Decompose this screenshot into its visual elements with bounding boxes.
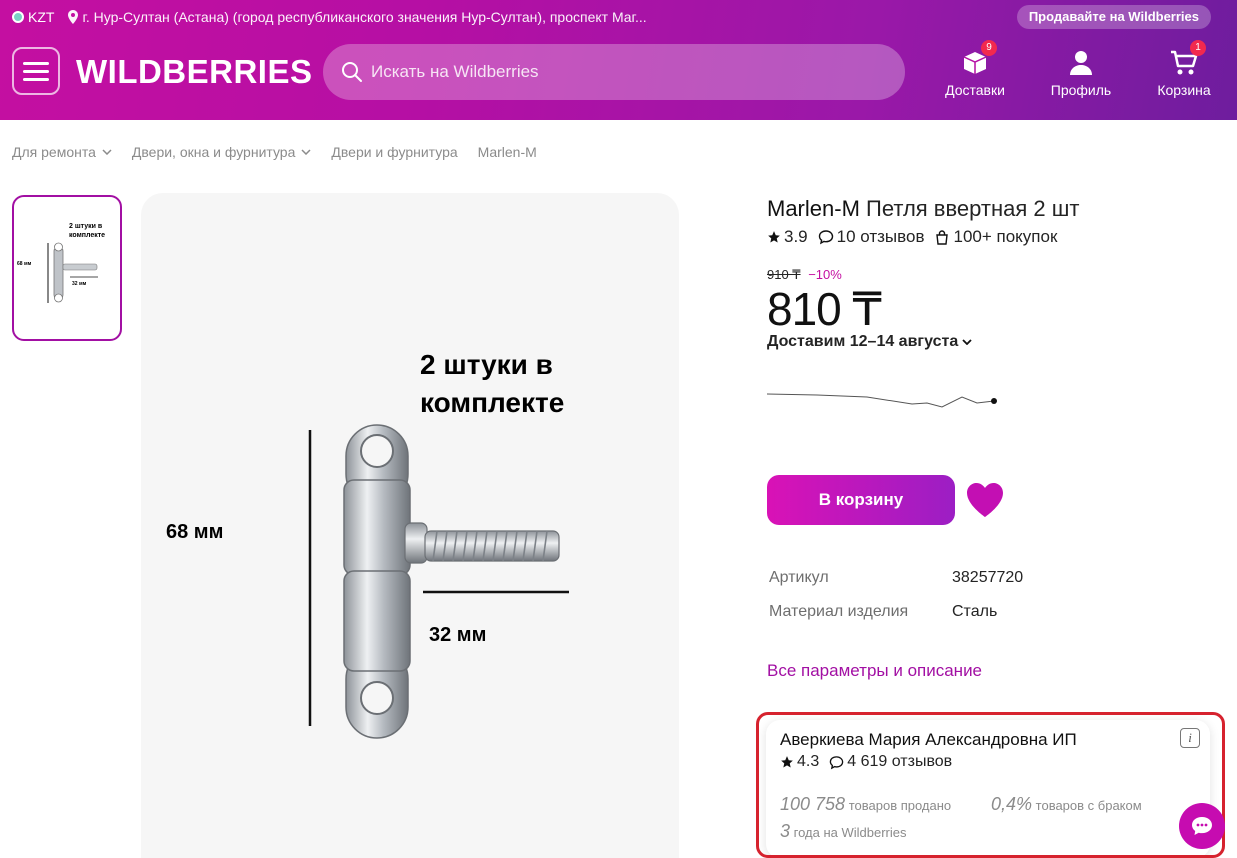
thumb-caption: 2 штуки в bbox=[69, 223, 103, 230]
hamburger-icon-line bbox=[23, 77, 49, 81]
breadcrumb: Для ремонта Двери, окна и фурнитура Двер… bbox=[12, 144, 537, 160]
nav-profile-label: Профиль bbox=[1050, 82, 1112, 98]
search-bar[interactable] bbox=[323, 44, 905, 100]
thumb-caption: комплекте bbox=[69, 232, 106, 239]
search-input[interactable] bbox=[371, 62, 871, 82]
menu-button[interactable] bbox=[12, 47, 60, 95]
location-pin-icon bbox=[68, 10, 79, 24]
hamburger-icon bbox=[23, 61, 49, 65]
param-row: Материал изделия Сталь bbox=[769, 600, 1023, 624]
nav-cart[interactable]: 1 Корзина bbox=[1144, 40, 1224, 98]
image-dim-width: 32 мм bbox=[429, 624, 487, 646]
product-purchases-count: 100+ покупок bbox=[953, 227, 1058, 246]
current-price: 810 ₸ bbox=[767, 283, 882, 335]
chat-icon bbox=[1192, 817, 1212, 835]
chevron-down-icon bbox=[962, 339, 972, 345]
search-icon bbox=[342, 62, 362, 82]
product-name: Петля ввертная 2 шт bbox=[866, 196, 1080, 221]
delivery-date-label: Доставим 12–14 августа bbox=[767, 333, 959, 350]
price-history-sparkline[interactable] bbox=[767, 388, 1007, 414]
star-icon bbox=[768, 231, 780, 243]
deliveries-badge: 9 bbox=[981, 40, 997, 56]
price-history-point bbox=[991, 398, 997, 404]
image-caption-line2: комплекте bbox=[420, 387, 565, 418]
product-purchases: 100+ покупок bbox=[934, 227, 1057, 247]
delivery-date-selector[interactable]: Доставим 12–14 августа bbox=[767, 333, 972, 351]
product-brand[interactable]: Marlen-M bbox=[767, 196, 860, 221]
param-value: Сталь bbox=[952, 603, 998, 620]
param-name: Артикул bbox=[769, 569, 829, 586]
breadcrumb-label: Для ремонта bbox=[12, 144, 96, 160]
currency-label: KZT bbox=[28, 9, 55, 25]
product-rating: 3.9 bbox=[767, 227, 808, 247]
old-price: 910 ₸ bbox=[767, 267, 801, 282]
currency-selector[interactable]: KZT bbox=[12, 9, 54, 25]
product-thumbnail[interactable]: 2 штуки в комплекте 68 мм 32 мм bbox=[12, 195, 122, 341]
add-to-cart-button[interactable]: В корзину bbox=[767, 475, 955, 525]
site-header: KZT г. Нур-Султан (Астана) (город респуб… bbox=[0, 0, 1237, 120]
breadcrumb-item[interactable]: Двери и фурнитура bbox=[331, 144, 457, 160]
logo[interactable]: WILDBERRIES bbox=[76, 53, 313, 91]
thumb-dim-height: 68 мм bbox=[17, 261, 32, 267]
breadcrumb-item[interactable]: Двери, окна и фурнитура bbox=[132, 144, 312, 160]
thumbnail-image bbox=[47, 242, 98, 303]
param-value: 38257720 bbox=[952, 569, 1024, 586]
param-name: Материал изделия bbox=[769, 603, 909, 620]
breadcrumb-label: Marlen-M bbox=[477, 144, 537, 160]
flag-icon bbox=[12, 11, 24, 23]
breadcrumb-label: Двери, окна и фурнитура bbox=[131, 144, 296, 160]
location-label: г. Нур-Султан (Астана) (город республика… bbox=[82, 9, 647, 25]
product-main-image[interactable]: 2 штуки в комплекте 68 мм 32 мм bbox=[141, 193, 679, 858]
nav-cart-label: Корзина bbox=[1157, 82, 1211, 98]
chevron-down-icon bbox=[102, 149, 112, 155]
comment-icon bbox=[818, 230, 833, 245]
header-topline: KZT г. Нур-Султан (Астана) (город респуб… bbox=[12, 8, 647, 26]
image-dim-height: 68 мм bbox=[166, 521, 224, 543]
seller-highlight-frame bbox=[756, 712, 1225, 858]
product-reviews-count: 10 отзывов bbox=[836, 227, 925, 246]
breadcrumb-item[interactable]: Для ремонта bbox=[12, 144, 112, 160]
cart-badge: 1 bbox=[1190, 40, 1206, 56]
hamburger-icon-line bbox=[23, 69, 49, 73]
product-params: Артикул 38257720 Материал изделия Сталь bbox=[769, 566, 1023, 624]
location-selector[interactable]: г. Нур-Султан (Астана) (город республика… bbox=[68, 9, 647, 25]
product-reviews-link[interactable]: 10 отзывов bbox=[818, 227, 925, 247]
thumb-dim-width: 32 мм bbox=[72, 281, 87, 287]
image-caption-line1: 2 штуки в bbox=[420, 349, 553, 380]
heart-icon[interactable] bbox=[965, 481, 1005, 519]
old-price-row: 910 ₸ −10% bbox=[767, 267, 842, 283]
chat-button[interactable] bbox=[1179, 803, 1225, 849]
bag-icon bbox=[936, 230, 949, 245]
nav-deliveries[interactable]: 9 Доставки bbox=[935, 40, 1015, 98]
param-row: Артикул 38257720 bbox=[769, 566, 1023, 590]
nav-profile[interactable]: Профиль bbox=[1041, 44, 1121, 98]
chevron-down-icon bbox=[301, 149, 311, 155]
sell-on-wildberries-button[interactable]: Продавайте на Wildberries bbox=[1016, 5, 1211, 29]
nav-deliveries-label: Доставки bbox=[945, 82, 1005, 98]
product-rating-value: 3.9 bbox=[784, 227, 808, 246]
product-title: Marlen-M Петля ввертная 2 шт bbox=[767, 196, 1079, 222]
breadcrumb-label: Двери и фурнитура bbox=[331, 144, 458, 160]
product-meta: 3.9 10 отзывов 100+ покупок bbox=[767, 227, 1057, 247]
breadcrumb-item[interactable]: Marlen-M bbox=[478, 144, 537, 160]
discount-badge: −10% bbox=[808, 267, 842, 282]
user-icon bbox=[1070, 51, 1092, 75]
all-params-link[interactable]: Все параметры и описание bbox=[767, 661, 982, 681]
